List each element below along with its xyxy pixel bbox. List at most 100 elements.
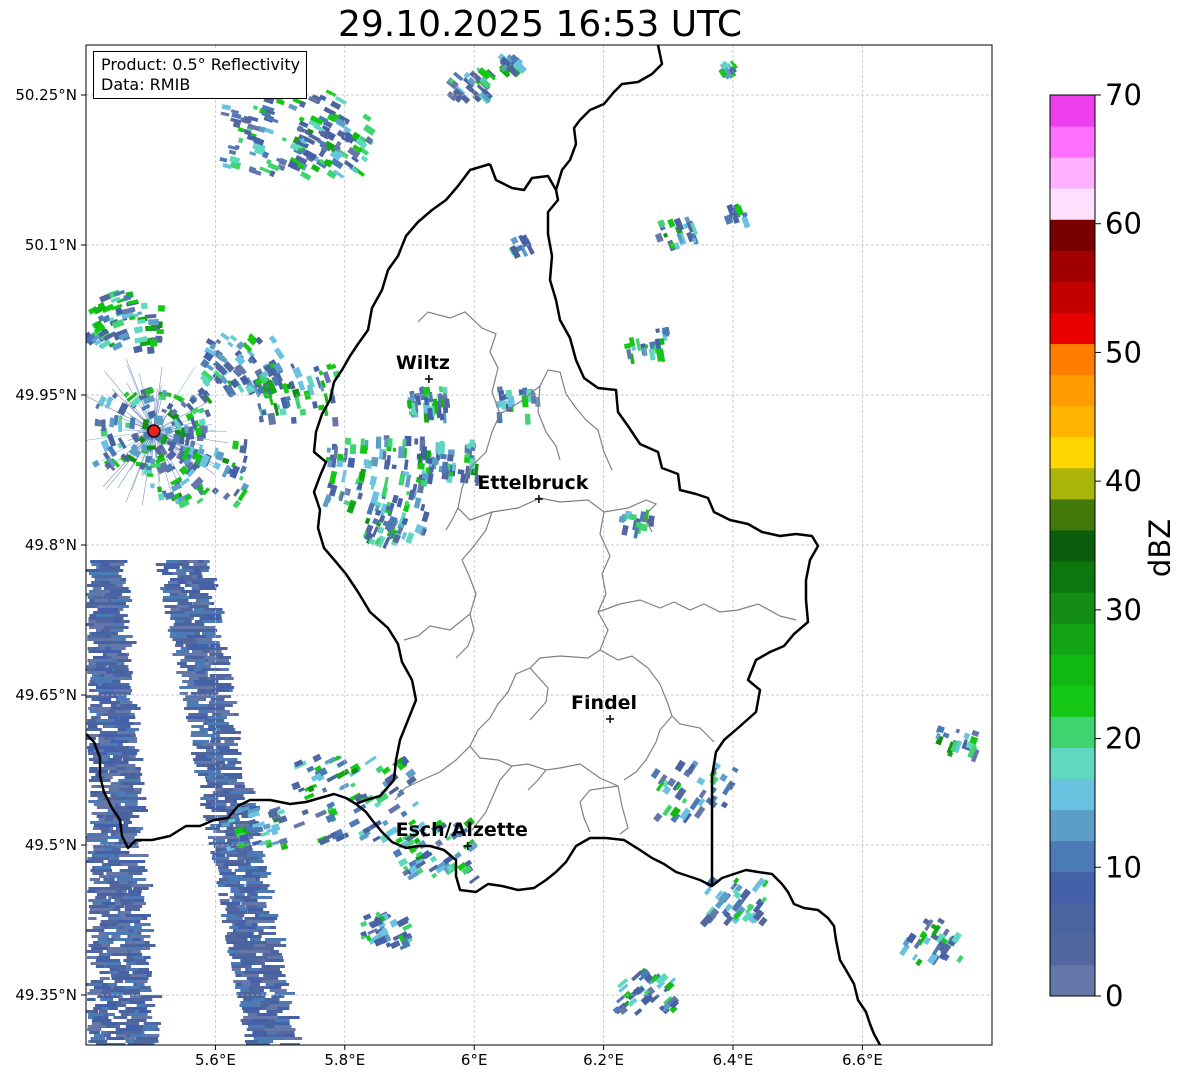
echo-cell [143, 1022, 162, 1025]
echo-cell [133, 345, 143, 354]
radar-site-marker[interactable] [147, 424, 161, 438]
echo-cell [133, 956, 145, 959]
echo-cell [208, 842, 220, 845]
echo-cell [180, 659, 195, 662]
echo-cell [195, 427, 202, 436]
echo-cell [693, 805, 706, 819]
echo-cell [254, 1016, 276, 1019]
echo-cell [349, 444, 357, 455]
echo-cell [150, 458, 156, 465]
echo-cell [470, 446, 476, 452]
echo-cell [398, 474, 406, 486]
colorbar-segment [1050, 188, 1095, 220]
echo-cell [88, 707, 107, 710]
echo-cell [117, 668, 129, 671]
echo-cell [176, 671, 194, 674]
echo-cell [431, 872, 438, 879]
echo-cell [215, 338, 222, 345]
colorbar-segment [1050, 312, 1095, 345]
echo-cell [131, 884, 151, 887]
echo-cell [219, 872, 236, 875]
echo-cell [123, 959, 137, 962]
echo-cell [109, 758, 120, 761]
echo-cell [146, 473, 154, 477]
echo-cell [98, 740, 111, 743]
echo-cell [168, 584, 180, 587]
echo-cell [162, 572, 172, 575]
echo-cell [971, 729, 980, 738]
echo-cell [123, 992, 141, 995]
echo-cell [246, 335, 258, 346]
echo-cell [313, 365, 320, 373]
echo-cell [203, 617, 222, 620]
echo-cell [172, 638, 193, 641]
echo-cell [241, 974, 258, 977]
echo-cell [115, 698, 129, 701]
echo-cell [200, 746, 214, 749]
echo-cell [281, 136, 287, 142]
echo-cell [126, 854, 149, 857]
echo-cell [250, 896, 273, 899]
echo-cell [178, 593, 188, 596]
echo-cell [230, 890, 241, 893]
echo-cell [218, 893, 228, 896]
echo-cell [115, 833, 134, 836]
echo-cell [219, 899, 230, 902]
echo-cell [391, 464, 397, 470]
echo-cell [330, 100, 342, 110]
echo-cell [181, 674, 202, 677]
echo-cell [465, 453, 470, 459]
echo-cell [89, 1031, 100, 1034]
echo-cell [259, 926, 268, 929]
echo-cell [116, 731, 136, 734]
echo-cell [100, 842, 116, 845]
echo-cell [162, 590, 172, 593]
echo-cell [118, 1010, 135, 1013]
echo-cell [271, 974, 286, 977]
echo-cell [204, 611, 225, 614]
echo-cell [100, 563, 110, 566]
colorbar: 0 10 20 30 40 50 60 70 dBZ [1049, 78, 1177, 1013]
echo-cell [86, 950, 99, 953]
echo-cell [391, 494, 399, 504]
echo-cell [225, 782, 245, 785]
echo-cell [91, 716, 101, 719]
echo-cell [95, 866, 111, 869]
echo-cell [328, 470, 338, 485]
echo-cell [108, 578, 121, 581]
colorbar-segment [1050, 716, 1095, 748]
echo-cell [223, 881, 239, 884]
echo-cell [109, 417, 115, 428]
echo-cell [106, 653, 119, 656]
radar-map: Wiltz Ettelbruck Findel Esch/Alzette 5.6°E 5… [15, 44, 1177, 1069]
echo-cell [385, 942, 392, 948]
echo-cell [392, 447, 397, 452]
echo-cell [115, 710, 131, 713]
colorbar-segment [1050, 436, 1095, 469]
echo-cell [942, 928, 950, 937]
echo-cell [108, 1007, 118, 1010]
echo-cell [260, 977, 279, 980]
echo-cell [186, 701, 199, 704]
echo-cell [192, 593, 201, 596]
echo-cell [108, 716, 117, 719]
echo-cell [185, 626, 203, 629]
echo-cell [510, 236, 519, 245]
echo-cell [93, 1016, 103, 1019]
echo-cell [106, 701, 115, 704]
echo-cell [242, 455, 248, 464]
echo-cell [108, 983, 118, 986]
echo-cell [94, 689, 113, 692]
echo-cell [104, 638, 118, 641]
echo-cell [107, 860, 124, 863]
echo-cell [191, 644, 209, 647]
echo-cell [357, 492, 364, 500]
echo-cell [129, 417, 136, 430]
echo-cell [240, 947, 255, 950]
echo-cell [115, 737, 135, 740]
x-tick-label: 6.2°E [583, 1051, 624, 1069]
echo-cell [149, 339, 158, 347]
echo-cell [123, 294, 132, 301]
colorbar-segment [1050, 561, 1095, 593]
echo-cell [90, 704, 103, 707]
